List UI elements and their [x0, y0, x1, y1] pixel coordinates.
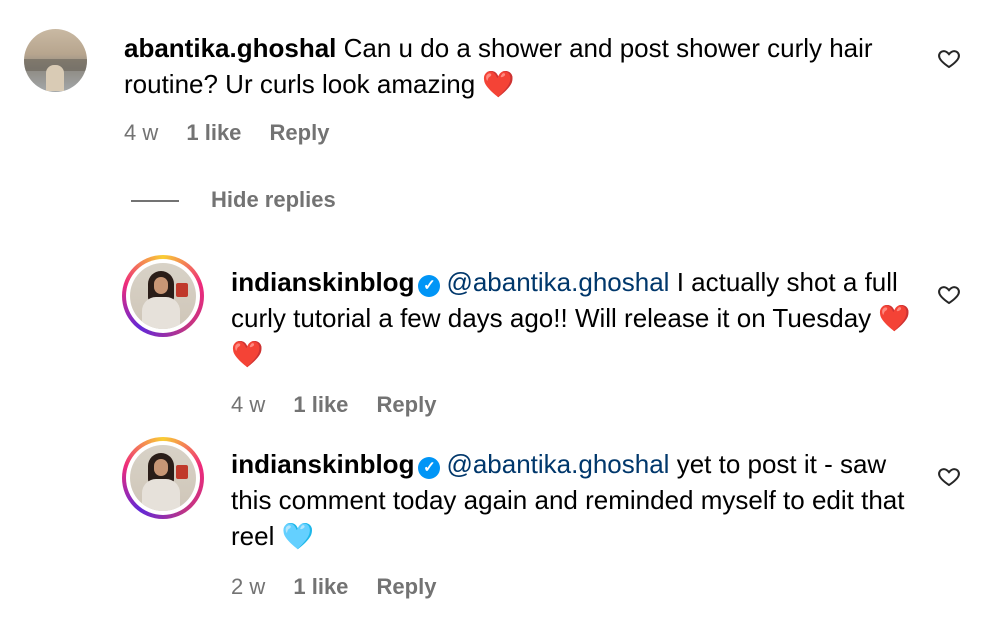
- blue-heart-emoji: 🩵: [281, 521, 314, 551]
- avatar[interactable]: [24, 29, 87, 92]
- timestamp[interactable]: 4 w: [124, 120, 158, 145]
- hide-replies-label: Hide replies: [211, 187, 336, 212]
- hide-replies-button[interactable]: Hide replies: [131, 187, 336, 213]
- heart-outline-icon[interactable]: [936, 46, 962, 70]
- reply-meta: 4 w 1 like Reply: [231, 392, 458, 418]
- username[interactable]: abantika.ghoshal: [124, 33, 336, 63]
- divider: [131, 200, 179, 203]
- avatar[interactable]: [122, 255, 204, 337]
- reply-body: indianskinblog ✓ @abantika.ghoshal yet to …: [231, 446, 911, 554]
- mention-link[interactable]: @abantika.ghoshal: [446, 449, 669, 479]
- verified-badge-icon: ✓: [418, 457, 441, 479]
- reply-button[interactable]: Reply: [377, 574, 437, 599]
- heart-outline-icon[interactable]: [936, 464, 962, 488]
- reply-body: indianskinblog ✓ @abantika.ghoshal I actua…: [231, 264, 911, 372]
- likes-count[interactable]: 1 like: [293, 574, 348, 599]
- heart-emoji: ❤️: [482, 69, 515, 99]
- reply-button[interactable]: Reply: [270, 120, 330, 145]
- comment-body: abantika.ghoshal Can u do a shower and p…: [124, 30, 924, 102]
- username[interactable]: indianskinblog: [231, 449, 414, 479]
- timestamp[interactable]: 4 w: [231, 392, 265, 417]
- timestamp[interactable]: 2 w: [231, 574, 265, 599]
- avatar[interactable]: [122, 437, 204, 519]
- reply-button[interactable]: Reply: [377, 392, 437, 417]
- likes-count[interactable]: 1 like: [186, 120, 241, 145]
- reply-meta: 2 w 1 like Reply: [231, 574, 458, 600]
- mention-link[interactable]: @abantika.ghoshal: [446, 267, 669, 297]
- likes-count[interactable]: 1 like: [293, 392, 348, 417]
- comment-meta: 4 w 1 like Reply: [124, 120, 351, 146]
- verified-badge-icon: ✓: [418, 275, 441, 297]
- heart-outline-icon[interactable]: [936, 282, 962, 306]
- username[interactable]: indianskinblog: [231, 267, 414, 297]
